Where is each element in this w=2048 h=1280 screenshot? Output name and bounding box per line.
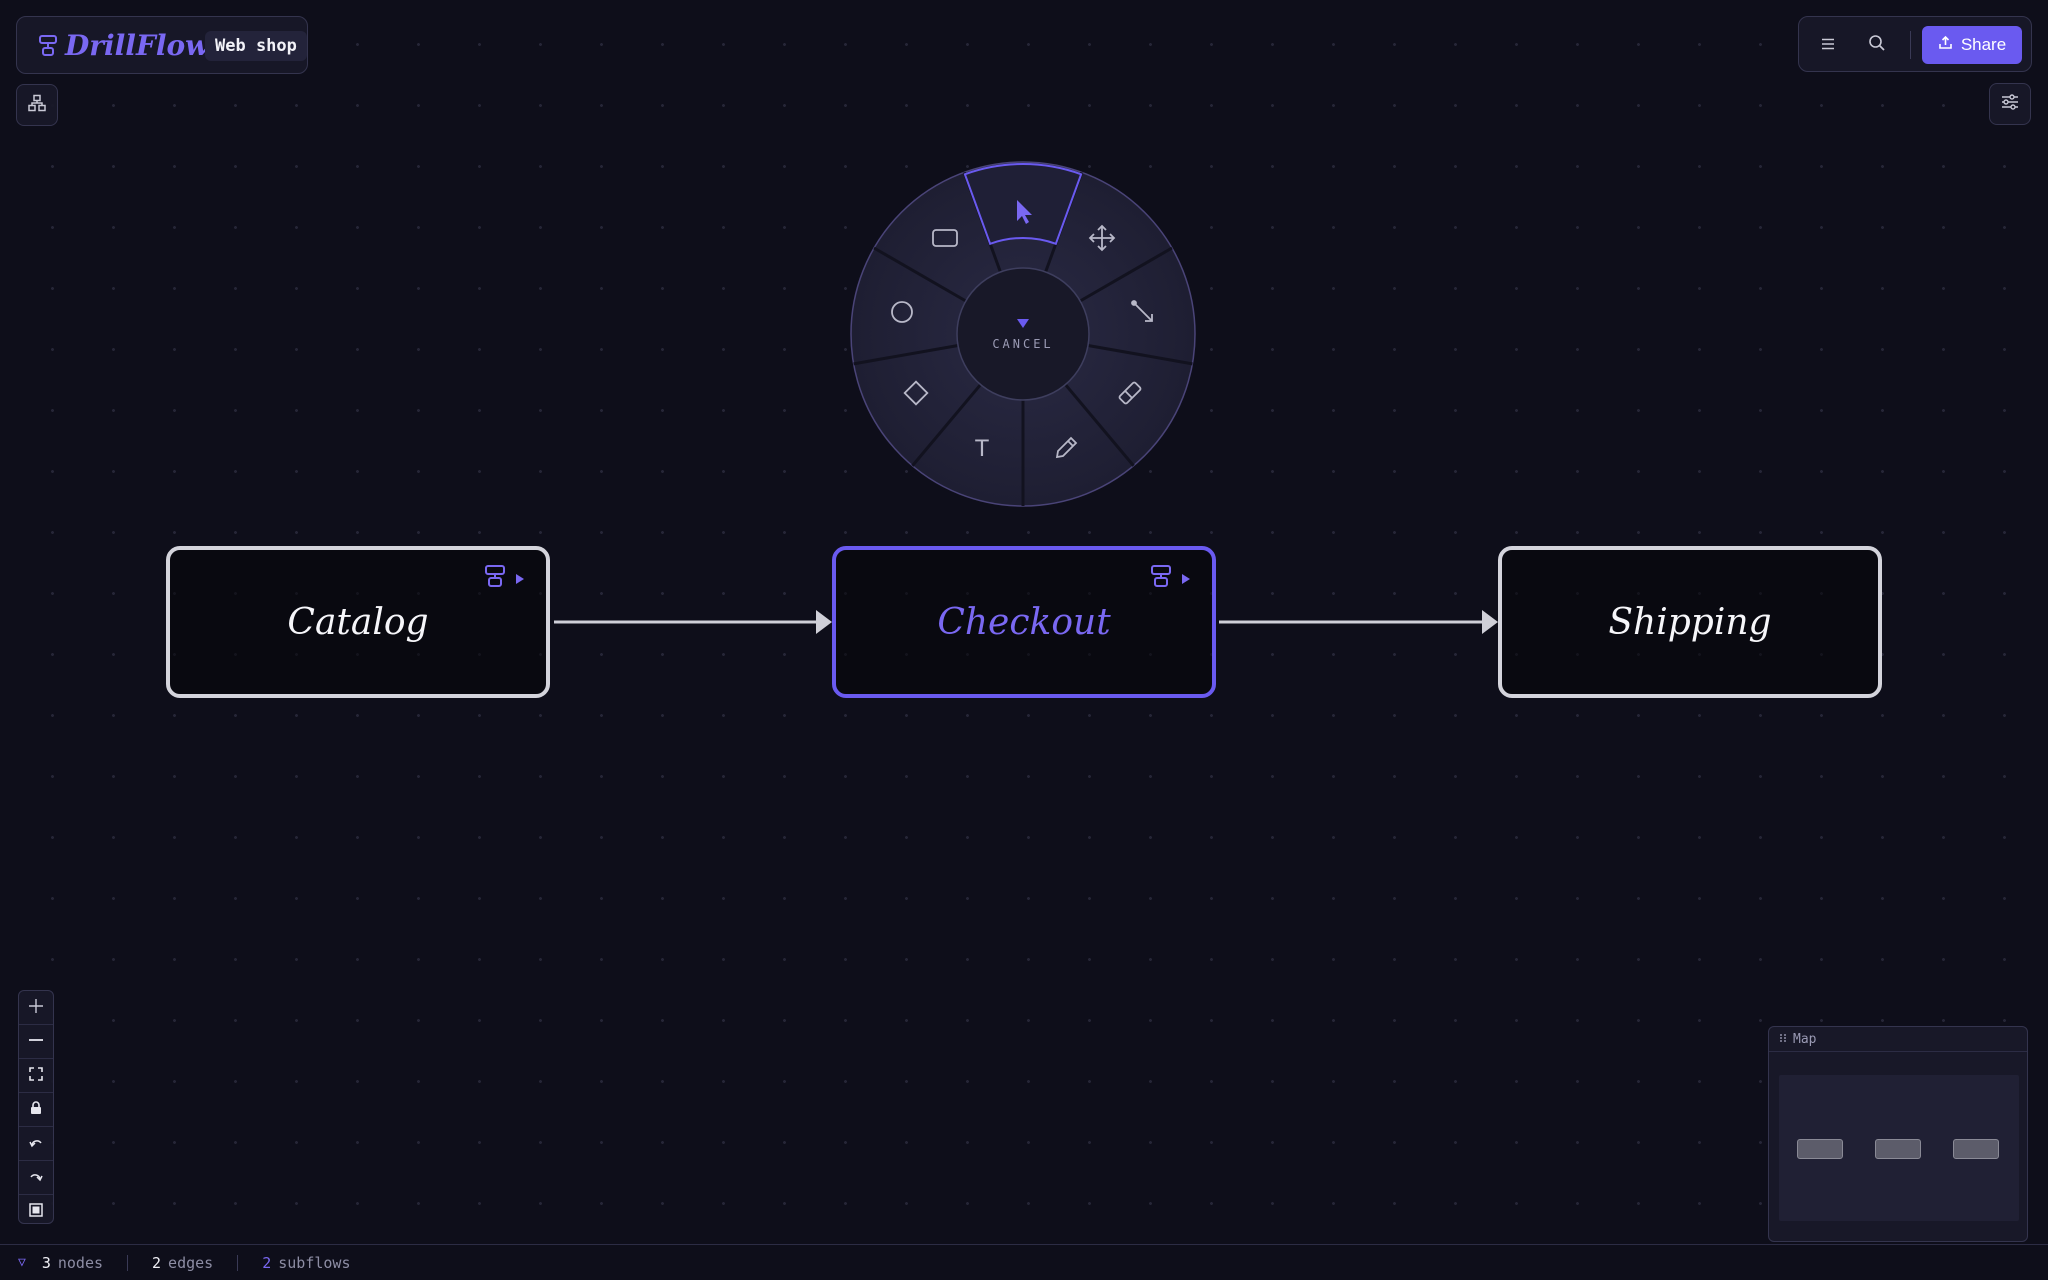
- nodes-count: 3: [41, 1253, 51, 1272]
- node-shipping[interactable]: Shipping: [1498, 546, 1882, 698]
- minimap-node: [1797, 1139, 1843, 1159]
- lock-button[interactable]: [19, 1093, 53, 1127]
- zoom-in-button[interactable]: [19, 991, 53, 1025]
- filter-icon[interactable]: ▽: [18, 1255, 26, 1270]
- minimap-node: [1875, 1139, 1921, 1159]
- undo-button[interactable]: [19, 1127, 53, 1161]
- redo-button[interactable]: [19, 1161, 53, 1195]
- subflows-label: subflows: [278, 1253, 351, 1272]
- redo-icon: [29, 1168, 43, 1187]
- undo-icon: [29, 1134, 43, 1153]
- minimap[interactable]: Map: [1768, 1026, 2028, 1242]
- subflow-badge[interactable]: [1150, 564, 1190, 592]
- arrowhead-icon: [1482, 610, 1498, 634]
- lock-icon: [30, 1100, 42, 1119]
- edge[interactable]: [554, 610, 832, 634]
- node-catalog[interactable]: Catalog: [166, 546, 550, 698]
- status-divider: [237, 1254, 239, 1271]
- status-divider: [127, 1254, 129, 1271]
- minimap-node: [1953, 1139, 1999, 1159]
- node-label: Shipping: [1608, 601, 1772, 643]
- subflow-badge[interactable]: [484, 564, 524, 592]
- play-icon: [516, 569, 524, 588]
- frame-button[interactable]: [19, 1195, 53, 1228]
- zoom-controls: [18, 990, 54, 1224]
- node-label: Checkout: [937, 601, 1111, 643]
- play-icon: [1182, 569, 1190, 588]
- status-bar: ▽ 3 nodes 2 edges 2 subflows: [0, 1244, 2048, 1280]
- subflow-icon: [1150, 564, 1172, 592]
- fit-view-button[interactable]: [19, 1059, 53, 1093]
- minimap-viewport[interactable]: [1779, 1075, 2019, 1221]
- node-label: Catalog: [287, 601, 429, 643]
- minimap-title: Map: [1793, 1031, 1817, 1047]
- edges-label: edges: [168, 1253, 214, 1272]
- drag-handle-icon: [1779, 1032, 1787, 1047]
- minimap-header[interactable]: Map: [1769, 1027, 2027, 1052]
- nodes-label: nodes: [57, 1253, 104, 1272]
- zoom-out-button[interactable]: [19, 1025, 53, 1059]
- subflows-count: 2: [262, 1253, 272, 1272]
- fit-view-icon: [29, 1066, 43, 1085]
- edges-count: 2: [152, 1253, 162, 1272]
- arrowhead-icon: [816, 610, 832, 634]
- subflow-icon: [484, 564, 506, 592]
- frame-icon: [29, 1202, 43, 1221]
- node-checkout[interactable]: Checkout: [832, 546, 1216, 698]
- edge[interactable]: [1219, 610, 1498, 634]
- zoom-in-icon: [28, 998, 44, 1018]
- zoom-out-icon: [28, 1032, 44, 1052]
